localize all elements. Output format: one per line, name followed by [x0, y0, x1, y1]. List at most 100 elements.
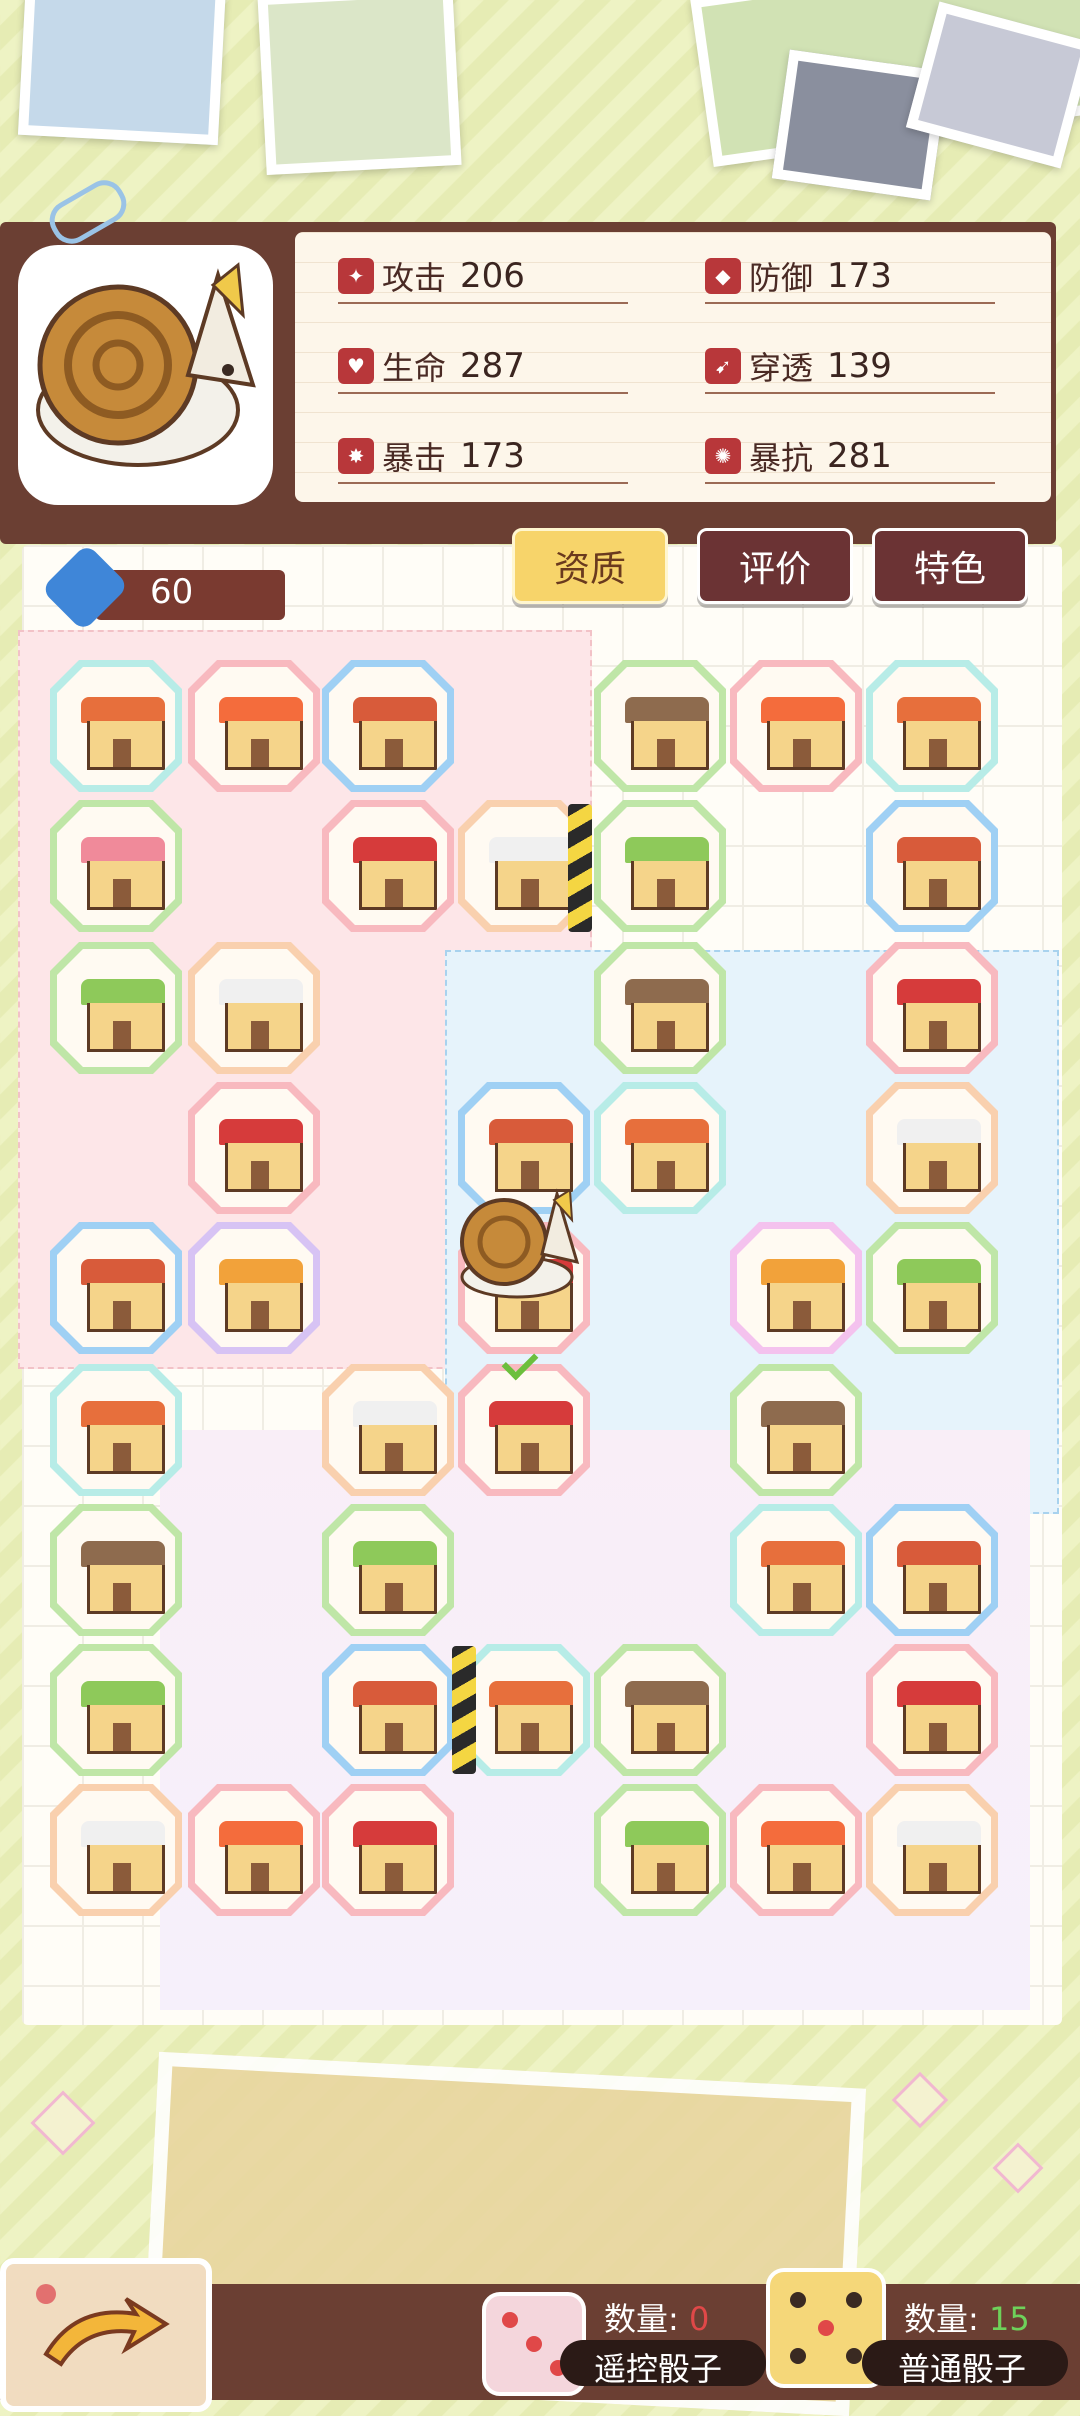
- board-tile-bakery[interactable]: [50, 660, 182, 792]
- roof: [489, 837, 573, 863]
- board-tile-volcano-book[interactable]: [188, 1784, 320, 1916]
- market-icon: [81, 979, 165, 1052]
- tab-rating[interactable]: 评价: [697, 528, 853, 604]
- bakery-icon: [761, 1541, 845, 1614]
- board-tile-hotel[interactable]: [866, 942, 998, 1074]
- board-tile-house[interactable]: [866, 800, 998, 932]
- door: [929, 1863, 947, 1891]
- tab-features[interactable]: 特色: [872, 528, 1028, 604]
- board-tile-cafe[interactable]: [50, 1504, 182, 1636]
- traffic-light-icon: [219, 1259, 303, 1332]
- roof: [353, 1541, 437, 1567]
- tile-face: [57, 1229, 175, 1347]
- board-tile-volcano-book[interactable]: [730, 660, 862, 792]
- board-tile-hotel[interactable]: [322, 1784, 454, 1916]
- tab-aptitude[interactable]: 资质: [512, 528, 668, 604]
- tile-face: [329, 807, 447, 925]
- board-tile-bakery[interactable]: [866, 660, 998, 792]
- door: [251, 1161, 269, 1189]
- board-tile-bookstore[interactable]: [322, 1364, 454, 1496]
- roof: [625, 697, 709, 723]
- board-tile-bookstore[interactable]: [188, 942, 320, 1074]
- tile-face: [601, 1089, 719, 1207]
- board-tile-hotel[interactable]: [458, 1364, 590, 1496]
- hotel-icon: [897, 979, 981, 1052]
- board-tile-bakery[interactable]: [594, 1082, 726, 1214]
- board-tile-hotel[interactable]: [188, 1082, 320, 1214]
- board-tile-cafe[interactable]: [730, 1364, 862, 1496]
- board-tile-traffic-light[interactable]: [188, 1222, 320, 1354]
- door: [385, 879, 403, 907]
- board-tile-bakery[interactable]: [50, 1364, 182, 1496]
- player-snail-token[interactable]: [452, 1182, 582, 1302]
- stat-label: 生命: [382, 349, 447, 387]
- remote-dice-label[interactable]: 遥控骰子: [594, 2344, 722, 2390]
- stat-label: 攻击: [382, 259, 447, 297]
- decor-photo-tree: [257, 0, 462, 175]
- board-tile-bookstore[interactable]: [50, 1784, 182, 1916]
- penetration-icon: ➹: [705, 348, 741, 384]
- hotel-icon: [219, 1119, 303, 1192]
- door: [521, 1301, 539, 1329]
- board-tile-bakery[interactable]: [458, 1644, 590, 1776]
- stat-label: 防御: [749, 259, 814, 297]
- board-tile-cafe[interactable]: [594, 942, 726, 1074]
- tile-face: [329, 1511, 447, 1629]
- sparkle-icon: [891, 2071, 949, 2129]
- door: [113, 1443, 131, 1471]
- board-tile-bookstore[interactable]: [866, 1784, 998, 1916]
- stat-value: 281: [827, 436, 892, 476]
- board-tile-market[interactable]: [50, 1644, 182, 1776]
- board-tile-bookstore[interactable]: [866, 1082, 998, 1214]
- volcano-book-icon: [761, 697, 845, 770]
- normal-dice-count: 15: [988, 2300, 1030, 2338]
- volcano-book-icon: [761, 1821, 845, 1894]
- board-tile-market[interactable]: [594, 800, 726, 932]
- board-tile-hotel[interactable]: [322, 800, 454, 932]
- roof: [761, 697, 845, 723]
- snail-character-icon: [36, 262, 256, 467]
- board-tile-market[interactable]: [866, 1222, 998, 1354]
- tile-face: [329, 1371, 447, 1489]
- bakery-icon: [81, 697, 165, 770]
- board-tile-house[interactable]: [322, 1644, 454, 1776]
- board-tile-volcano-book[interactable]: [730, 1784, 862, 1916]
- roof: [897, 1681, 981, 1707]
- board-tile-npc[interactable]: [50, 800, 182, 932]
- house-icon: [353, 697, 437, 770]
- cafe-icon: [761, 1401, 845, 1474]
- tile-face: [873, 1229, 991, 1347]
- stat-crit: ✸ 暴击 173: [338, 430, 628, 484]
- roof: [897, 1119, 981, 1145]
- roof: [625, 837, 709, 863]
- roof: [489, 1401, 573, 1427]
- roof: [897, 979, 981, 1005]
- board-tile-market[interactable]: [50, 942, 182, 1074]
- house-icon: [897, 837, 981, 910]
- tile-face: [57, 1651, 175, 1769]
- normal-dice-label[interactable]: 普通骰子: [898, 2344, 1026, 2390]
- bakery-icon: [489, 1681, 573, 1754]
- door: [251, 739, 269, 767]
- door: [113, 879, 131, 907]
- board-tile-traffic-light[interactable]: [730, 1222, 862, 1354]
- board-tile-volcano-book[interactable]: [188, 660, 320, 792]
- board-tile-house[interactable]: [866, 1504, 998, 1636]
- bookstore-icon: [353, 1401, 437, 1474]
- board-tile-market[interactable]: [322, 1504, 454, 1636]
- board-tile-cafe[interactable]: [594, 660, 726, 792]
- npc-icon: [81, 837, 165, 910]
- roof: [81, 1259, 165, 1285]
- character-portrait[interactable]: [18, 245, 273, 505]
- board-tile-cafe[interactable]: [594, 1644, 726, 1776]
- board-tile-bakery[interactable]: [730, 1504, 862, 1636]
- back-button[interactable]: [0, 2258, 212, 2412]
- tile-face: [195, 949, 313, 1067]
- board-tile-market[interactable]: [594, 1784, 726, 1916]
- tile-face: [465, 807, 583, 925]
- roof: [81, 837, 165, 863]
- door: [385, 1723, 403, 1751]
- board-tile-hotel[interactable]: [866, 1644, 998, 1776]
- board-tile-house[interactable]: [50, 1222, 182, 1354]
- board-tile-house[interactable]: [322, 660, 454, 792]
